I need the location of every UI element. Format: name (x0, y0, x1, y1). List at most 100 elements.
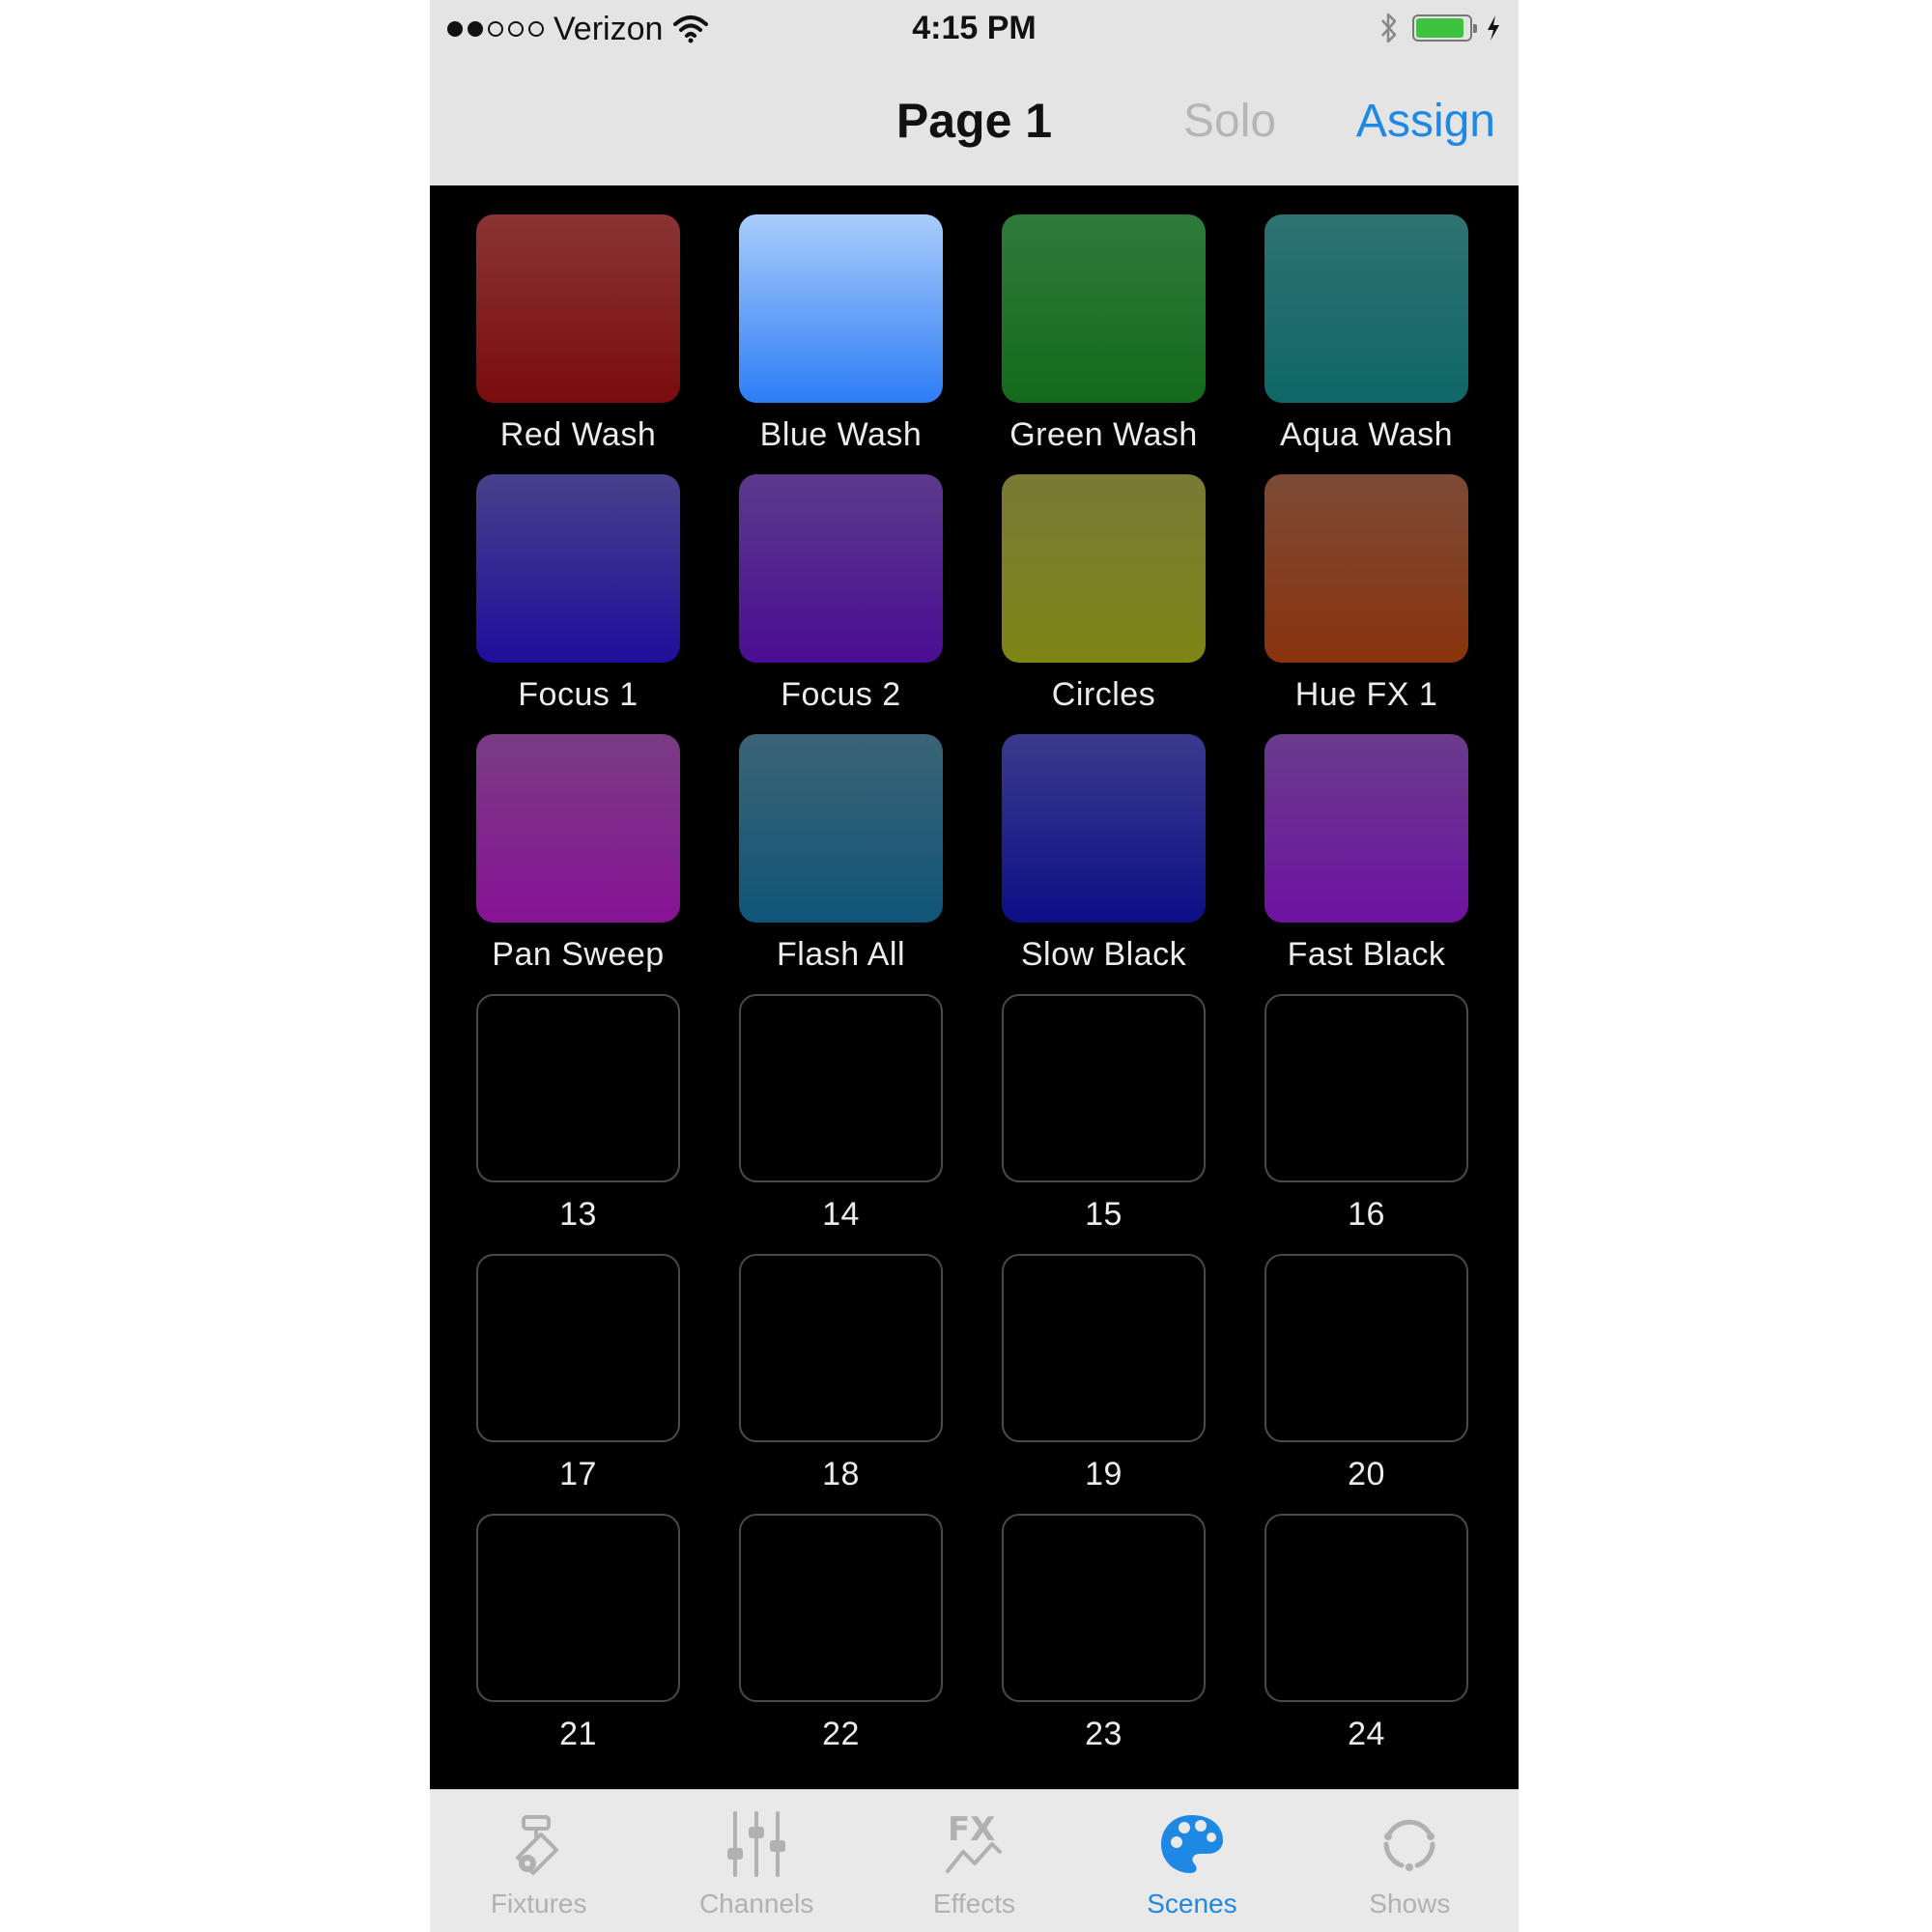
tab-channels[interactable]: Channels (647, 1790, 865, 1932)
empty-scene-pad[interactable] (1002, 1254, 1206, 1442)
tab-fixtures[interactable]: Fixtures (430, 1790, 647, 1932)
scene-cell: 21 (476, 1514, 680, 1774)
scene-cell: Focus 2 (739, 474, 943, 734)
scene-pad[interactable] (1002, 734, 1206, 923)
scene-pad-label: 22 (822, 1716, 860, 1752)
battery-icon (1412, 14, 1477, 42)
tab-label: Scenes (1147, 1889, 1237, 1918)
empty-scene-pad[interactable] (739, 994, 943, 1182)
empty-scene-pad[interactable] (1002, 1514, 1206, 1702)
scene-pad-label: 13 (559, 1196, 597, 1233)
scene-pad-label: Green Wash (1009, 416, 1198, 453)
scene-cell: 23 (1002, 1514, 1206, 1774)
scene-pad-label: 14 (822, 1196, 860, 1233)
charging-bolt-icon (1488, 15, 1499, 41)
scene-pad-label: Hue FX 1 (1294, 676, 1438, 713)
tab-shows[interactable]: Shows (1301, 1790, 1519, 1932)
scene-pad[interactable] (476, 734, 680, 923)
scene-pad-label: Blue Wash (759, 416, 923, 453)
scene-pad-label: Circles (1051, 676, 1156, 713)
solo-button[interactable]: Solo (1183, 95, 1276, 148)
empty-scene-pad[interactable] (476, 1254, 680, 1442)
scene-cell: 17 (476, 1254, 680, 1514)
scene-cell: Pan Sweep (476, 734, 680, 994)
bluetooth-icon (1381, 13, 1397, 43)
empty-scene-pad[interactable] (739, 1254, 943, 1442)
empty-scene-pad[interactable] (739, 1514, 943, 1702)
scene-cell: 13 (476, 994, 680, 1254)
empty-scene-pad[interactable] (1264, 1254, 1468, 1442)
scene-cell: 24 (1264, 1514, 1468, 1774)
scene-pad-label: Pan Sweep (492, 936, 665, 973)
fixture-icon (502, 1807, 576, 1881)
scene-cell: Focus 1 (476, 474, 680, 734)
scene-cell: 20 (1264, 1254, 1468, 1514)
tab-scenes[interactable]: Scenes (1083, 1790, 1300, 1932)
battery-tip (1473, 24, 1477, 33)
sliders-icon (720, 1807, 793, 1881)
scene-cell: Green Wash (1002, 214, 1206, 474)
scene-pad[interactable] (1002, 214, 1206, 403)
scene-cell: Red Wash (476, 214, 680, 474)
scene-cell: Aqua Wash (1264, 214, 1468, 474)
scene-cell: 19 (1002, 1254, 1206, 1514)
scene-cell: Flash All (739, 734, 943, 994)
scene-pad-label: 19 (1085, 1456, 1122, 1492)
scene-pad-label: 16 (1348, 1196, 1385, 1233)
empty-scene-pad[interactable] (1264, 994, 1468, 1182)
scene-pad[interactable] (476, 474, 680, 663)
navigation-bar: Page 1 Solo Assign (430, 60, 1519, 185)
scene-pad-label: 20 (1348, 1456, 1385, 1492)
scene-cell: 22 (739, 1514, 943, 1774)
scene-pad-label: Aqua Wash (1280, 416, 1453, 453)
scene-pad[interactable] (1264, 474, 1468, 663)
scene-pad-label: 24 (1348, 1716, 1385, 1752)
battery-level (1416, 18, 1463, 38)
empty-scene-pad[interactable] (476, 1514, 680, 1702)
empty-scene-pad[interactable] (1002, 994, 1206, 1182)
scene-pad[interactable] (1264, 734, 1468, 923)
scene-pad-label: Flash All (777, 936, 905, 973)
empty-scene-pad[interactable] (476, 994, 680, 1182)
scene-cell: 18 (739, 1254, 943, 1514)
tab-effects[interactable]: FX Effects (866, 1790, 1083, 1932)
scene-cell: Slow Black (1002, 734, 1206, 994)
scene-pad[interactable] (1002, 474, 1206, 663)
status-bar: Verizon 4:15 PM (430, 0, 1519, 60)
tab-label: Shows (1369, 1889, 1451, 1918)
scene-cell: Hue FX 1 (1264, 474, 1468, 734)
status-right (1379, 12, 1501, 44)
tab-label: Effects (932, 1889, 1016, 1918)
scene-pad-label: 23 (1085, 1716, 1122, 1752)
fx-icon: FX (938, 1807, 1011, 1881)
scene-pad-label: Red Wash (499, 416, 657, 453)
scene-cell: Circles (1002, 474, 1206, 734)
scene-pad-label: Focus 2 (781, 676, 901, 713)
scene-pad-label: Fast Black (1287, 936, 1446, 973)
scene-grid: Red Wash Blue Wash Green Wash Aqua Wash Focu… (430, 185, 1519, 1789)
scene-cell: 15 (1002, 994, 1206, 1254)
tab-label: Channels (698, 1889, 814, 1918)
scene-cell: Blue Wash (739, 214, 943, 474)
svg-text:FX: FX (948, 1810, 995, 1849)
scene-pad[interactable] (476, 214, 680, 403)
tab-bar: Fixtures Channels FX Effects Scenes Shows (430, 1789, 1519, 1932)
scene-pad-label: 17 (559, 1456, 597, 1492)
scene-pad[interactable] (739, 734, 943, 923)
phone-screen: Verizon 4:15 PM Page 1 Solo Assign Red W… (430, 0, 1519, 1932)
empty-scene-pad[interactable] (1264, 1514, 1468, 1702)
loop-icon (1373, 1807, 1446, 1881)
scene-pad[interactable] (739, 214, 943, 403)
status-time: 4:15 PM (912, 10, 1037, 46)
palette-icon (1155, 1807, 1229, 1881)
scene-cell: 14 (739, 994, 943, 1254)
scene-pad[interactable] (1264, 214, 1468, 403)
scene-cell: 16 (1264, 994, 1468, 1254)
scene-pad[interactable] (739, 474, 943, 663)
tab-label: Fixtures (490, 1889, 587, 1918)
scene-pad-label: Slow Black (1020, 936, 1187, 973)
scene-pad-label: Focus 1 (518, 676, 639, 713)
assign-button[interactable]: Assign (1356, 95, 1495, 148)
scene-pads: Red Wash Blue Wash Green Wash Aqua Wash Focu… (476, 214, 1468, 1774)
scene-pad-label: 21 (559, 1716, 597, 1752)
